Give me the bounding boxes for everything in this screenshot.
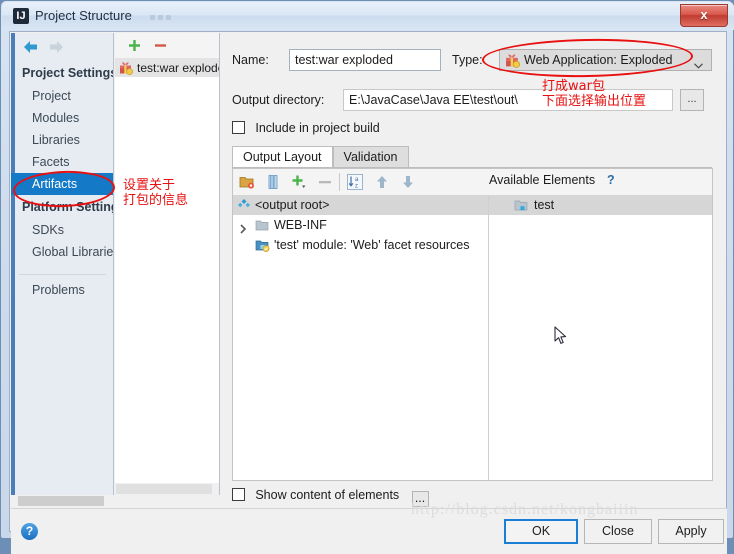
show-content-more-button[interactable]: ... (411, 491, 429, 507)
toolbar-divider (339, 173, 340, 191)
chevron-down-icon (694, 58, 703, 69)
ok-button[interactable]: OK (504, 519, 578, 544)
tree-node-web-inf[interactable]: WEB-INF (233, 215, 488, 235)
available-elements-help-icon[interactable]: ? (607, 173, 615, 187)
available-elements-list: test (489, 195, 712, 215)
sidebar-item-global-libraries[interactable]: Global Libraries (11, 241, 113, 263)
name-label: Name: (232, 53, 269, 67)
output-directory-label: Output directory: (232, 93, 325, 107)
minus-icon[interactable] (153, 38, 168, 53)
svg-text:z: z (355, 184, 358, 190)
name-input[interactable] (289, 49, 441, 71)
output-directory-input[interactable] (343, 89, 673, 111)
sidebar-item-problems[interactable]: Problems (11, 279, 113, 301)
tab-validation[interactable]: Validation (332, 146, 409, 168)
settings-sidebar: Project Settings Project Modules Librari… (11, 33, 114, 495)
sidebar-list: Project Settings Project Modules Librari… (11, 61, 114, 301)
close-button[interactable]: Close (584, 519, 652, 544)
facet-resources-icon (255, 238, 270, 253)
sidebar-horizontal-scrollbar[interactable] (11, 495, 114, 507)
show-content-of-elements-label: Show content of elements (255, 488, 400, 502)
sidebar-item-artifacts[interactable]: Artifacts (11, 173, 113, 195)
arrow-left-icon[interactable] (22, 39, 39, 55)
show-content-of-elements-checkbox[interactable] (232, 488, 245, 501)
project-structure-window: IJ Project Structure x Project Settings … (0, 0, 734, 554)
plus-icon[interactable] (127, 38, 142, 53)
artifacts-horizontal-scrollbar[interactable] (115, 483, 219, 495)
window-title: Project Structure (35, 8, 132, 23)
show-content-row: Show content of elements ... (232, 488, 429, 507)
dialog-client-area: Project Settings Project Modules Librari… (9, 31, 727, 554)
minus-icon[interactable] (317, 174, 333, 190)
sidebar-divider (19, 274, 106, 275)
panel-splitter[interactable] (488, 195, 489, 480)
idea-logo-icon: IJ (13, 8, 29, 24)
sort-alphabetical-icon[interactable]: a z (347, 174, 363, 190)
type-label: Type: (452, 53, 483, 67)
output-directory-row: Output directory: ... (232, 89, 712, 113)
tree-node-label: <output root> (255, 198, 330, 212)
artifact-gift-icon (505, 53, 521, 69)
move-down-icon[interactable] (400, 174, 416, 190)
artifact-gift-icon (119, 61, 134, 76)
type-combobox[interactable]: Web Application: Exploded (499, 49, 712, 71)
archive-icon[interactable] (265, 174, 281, 190)
sidebar-item-sdks[interactable]: SDKs (11, 219, 113, 241)
name-type-row: Name: Type: Web Applicatio (232, 49, 712, 73)
title-decoration (150, 11, 210, 23)
module-folder-icon (514, 198, 529, 212)
sidebar-item-facets[interactable]: Facets (11, 151, 113, 173)
title-bar: IJ Project Structure x (2, 2, 734, 30)
output-layout-toolbar: a z Available Elements ? (233, 169, 712, 196)
include-in-project-build-label: Include in project build (255, 121, 380, 135)
sidebar-group-platform-settings: Platform Settings (22, 200, 113, 214)
sidebar-nav-arrows (11, 33, 113, 61)
tree-node-label: 'test' module: 'Web' facet resources (274, 238, 470, 252)
question-mark-icon[interactable]: ? (21, 523, 38, 540)
list-item[interactable]: test:war exploded (115, 59, 219, 77)
include-in-project-build-checkbox[interactable] (232, 121, 245, 134)
tree-node-output-root[interactable]: <output root> (233, 195, 488, 215)
artifacts-list-panel: test:war exploded (115, 33, 220, 495)
output-root-icon (237, 198, 252, 212)
tree-node-test-module-web-facet-resources[interactable]: 'test' module: 'Web' facet resources (233, 235, 488, 255)
close-icon[interactable]: x (680, 4, 728, 27)
sidebar-item-libraries[interactable]: Libraries (11, 129, 113, 151)
sidebar-item-modules[interactable]: Modules (11, 107, 113, 129)
available-element-label: test (534, 198, 555, 212)
editor-tabs: Output Layout Validation (232, 146, 409, 168)
artifacts-toolbar (115, 33, 219, 59)
output-layout-panel: a z Available Elements ? <output root> W… (232, 168, 713, 481)
chevron-right-icon[interactable] (238, 220, 248, 234)
sidebar-group-project-settings: Project Settings (22, 66, 114, 80)
tab-output-layout[interactable]: Output Layout (232, 146, 333, 168)
list-item-label: test:war exploded (137, 61, 219, 75)
available-element-item[interactable]: test (489, 195, 712, 215)
tree-node-label: WEB-INF (274, 218, 327, 232)
dialog-footer: ? OK Close Apply (11, 508, 727, 554)
available-elements-title: Available Elements (489, 173, 596, 187)
output-layout-tree: <output root> WEB-INF 'test' module: 'We… (233, 195, 488, 255)
browse-button[interactable]: ... (680, 89, 704, 111)
folder-icon (255, 218, 270, 232)
plus-dropdown-icon[interactable] (291, 174, 307, 190)
include-in-project-build-row[interactable]: Include in project build (232, 121, 380, 139)
type-combobox-value: Web Application: Exploded (524, 53, 673, 67)
folder-settings-icon[interactable] (239, 174, 255, 190)
move-up-icon[interactable] (374, 174, 390, 190)
artifact-editor: Name: Type: Web Applicatio (221, 33, 726, 531)
arrow-right-icon[interactable] (48, 39, 65, 55)
sidebar-item-project[interactable]: Project (11, 85, 113, 107)
apply-button[interactable]: Apply (658, 519, 724, 544)
